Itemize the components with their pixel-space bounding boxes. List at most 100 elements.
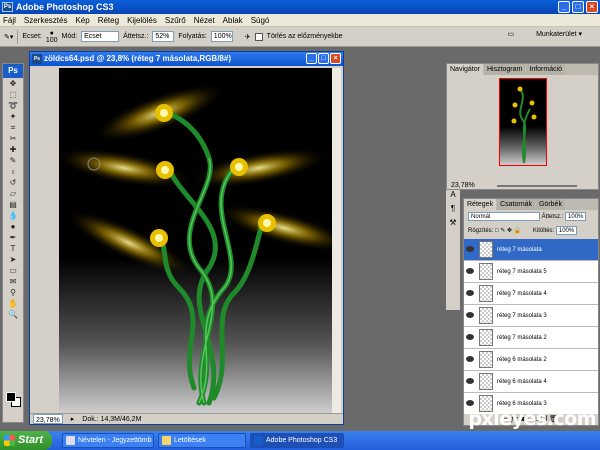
menu-select[interactable]: Kijelölés bbox=[127, 14, 157, 26]
layer-row[interactable]: réteg 7 másolata bbox=[464, 239, 598, 261]
notepad-icon bbox=[66, 436, 75, 445]
notes-tool-icon[interactable]: ✉ bbox=[3, 276, 23, 287]
hand-tool-icon[interactable]: ✋ bbox=[3, 298, 23, 309]
airbrush-icon[interactable]: ✈ bbox=[245, 33, 251, 41]
layer-thumbnail bbox=[479, 285, 493, 302]
gradient-tool-icon[interactable]: ▤ bbox=[3, 199, 23, 210]
doc-maximize-button[interactable]: □ bbox=[318, 53, 329, 64]
blur-tool-icon[interactable]: 💧 bbox=[3, 210, 23, 221]
fill-field[interactable]: 100% bbox=[555, 226, 578, 235]
brush-label: Ecset: bbox=[22, 33, 42, 40]
layer-name: réteg 7 másolata 4 bbox=[497, 291, 547, 297]
bridge-icon[interactable]: ▭ bbox=[507, 31, 514, 38]
layer-row[interactable]: réteg 7 másolata 5 bbox=[464, 261, 598, 283]
tab-channels[interactable]: Csatornák bbox=[497, 199, 535, 210]
tab-navigator[interactable]: Navigátor bbox=[447, 64, 483, 75]
eraser-tool-icon[interactable]: ▱ bbox=[3, 188, 23, 199]
taskbar-item-downloads[interactable]: Letöltések bbox=[158, 433, 246, 448]
tab-histogram[interactable]: Hisztogram bbox=[483, 64, 526, 75]
pen-tool-icon[interactable]: ✒ bbox=[3, 232, 23, 243]
layer-row[interactable]: réteg 7 másolata 2 bbox=[464, 327, 598, 349]
healing-brush-tool-icon[interactable]: ✚ bbox=[3, 144, 23, 155]
taskbar-item-notepad[interactable]: Névtelen - Jegyzettömb bbox=[62, 433, 154, 448]
paragraph-panel-icon[interactable]: ¶ bbox=[446, 204, 460, 218]
app-title-bar: Ps Adobe Photoshop CS3 _ □ × bbox=[0, 0, 600, 14]
taskbar-item-photoshop[interactable]: Adobe Photoshop CS3 bbox=[250, 433, 344, 448]
eye-icon[interactable] bbox=[466, 400, 474, 406]
type-tool-icon[interactable]: T bbox=[3, 243, 23, 254]
light-beam bbox=[65, 210, 193, 276]
character-panel-icon[interactable]: A bbox=[446, 190, 460, 204]
slice-tool-icon[interactable]: ✂ bbox=[3, 133, 23, 144]
status-arrow-icon[interactable]: ▸ bbox=[71, 414, 75, 424]
history-brush-tool-icon[interactable]: ↺ bbox=[3, 177, 23, 188]
zoom-tool-icon[interactable]: 🔍 bbox=[3, 309, 23, 320]
eraser-tool-icon[interactable]: ✎▾ bbox=[4, 33, 13, 41]
menu-view[interactable]: Nézet bbox=[194, 14, 215, 26]
document-title-bar[interactable]: Ps zöldcs64.psd @ 23,8% (réteg 7 másolat… bbox=[30, 52, 343, 66]
folder-icon bbox=[162, 436, 171, 445]
menu-filter[interactable]: Szűrő bbox=[165, 14, 186, 26]
navigator-zoom-value[interactable]: 23,78% bbox=[451, 182, 475, 189]
workspace-button[interactable]: ▭ Munkaterület ▾ bbox=[507, 30, 582, 38]
lock-label: Rögzítés: bbox=[468, 228, 494, 234]
layer-row[interactable]: réteg 6 másolata 2 bbox=[464, 349, 598, 371]
menu-file[interactable]: Fájl bbox=[3, 14, 16, 26]
doc-minimize-button[interactable]: _ bbox=[306, 53, 317, 64]
document-vertical-scrollbar[interactable] bbox=[332, 68, 341, 414]
blend-mode-select[interactable]: Normál bbox=[468, 212, 540, 221]
menu-window[interactable]: Ablak bbox=[223, 14, 243, 26]
tab-curves[interactable]: Görbék bbox=[535, 199, 565, 210]
layers-panel: Rétegek Csatornák Görbék Normál Áttetsz.… bbox=[463, 198, 599, 426]
clone-stamp-tool-icon[interactable]: ♁ bbox=[3, 166, 23, 177]
brush-tool-icon[interactable]: ✎ bbox=[3, 155, 23, 166]
eye-icon[interactable] bbox=[466, 312, 474, 318]
erase-to-history-checkbox[interactable] bbox=[254, 32, 263, 41]
path-selection-tool-icon[interactable]: ➤ bbox=[3, 254, 23, 265]
start-button[interactable]: Start bbox=[0, 431, 52, 450]
eye-icon[interactable] bbox=[466, 378, 474, 384]
marquee-tool-icon[interactable]: ⬚ bbox=[3, 89, 23, 100]
eyedropper-tool-icon[interactable]: ⚲ bbox=[3, 287, 23, 298]
eye-icon[interactable] bbox=[466, 334, 474, 340]
artwork-plant-lamps bbox=[59, 83, 333, 406]
maximize-button[interactable]: □ bbox=[572, 1, 584, 13]
menu-help[interactable]: Súgó bbox=[251, 14, 270, 26]
crop-tool-icon[interactable]: ⌗ bbox=[3, 122, 23, 133]
layer-opacity-field[interactable]: 100% bbox=[565, 212, 587, 221]
zoom-field[interactable]: 23,78% bbox=[33, 414, 63, 424]
lock-icons[interactable]: □ ✎ ✥ 🔒 bbox=[495, 228, 521, 234]
opacity-field[interactable]: 52% bbox=[152, 31, 175, 42]
menu-edit[interactable]: Szerkesztés bbox=[24, 14, 68, 26]
lasso-tool-icon[interactable]: ➰ bbox=[3, 100, 23, 111]
layer-thumbnail bbox=[479, 241, 493, 258]
minimize-button[interactable]: _ bbox=[558, 1, 570, 13]
tab-info[interactable]: Információ bbox=[526, 64, 566, 75]
eye-icon[interactable] bbox=[466, 246, 474, 252]
navigator-thumbnail[interactable] bbox=[499, 78, 547, 166]
menu-layer[interactable]: Réteg bbox=[98, 14, 119, 26]
eye-icon[interactable] bbox=[466, 290, 474, 296]
close-button[interactable]: × bbox=[586, 1, 598, 13]
move-tool-icon[interactable]: ✥ bbox=[3, 78, 23, 89]
menu-image[interactable]: Kép bbox=[75, 14, 89, 26]
mode-select[interactable]: Ecset bbox=[81, 31, 120, 42]
dodge-tool-icon[interactable]: ● bbox=[3, 221, 23, 232]
brush-preset-picker[interactable]: ● 100 bbox=[46, 30, 58, 44]
layer-row[interactable]: réteg 7 másolata 4 bbox=[464, 283, 598, 305]
document-canvas[interactable] bbox=[59, 68, 333, 414]
tab-layers[interactable]: Rétegek bbox=[464, 199, 497, 210]
eye-icon[interactable] bbox=[466, 356, 474, 362]
layer-row[interactable]: réteg 6 másolata 4 bbox=[464, 371, 598, 393]
layer-opacity-label: Áttetsz.: bbox=[541, 214, 564, 220]
doc-close-button[interactable]: × bbox=[330, 53, 341, 64]
magic-wand-tool-icon[interactable]: ✦ bbox=[3, 111, 23, 122]
layers-blend-row: Normál Áttetsz.: 100% bbox=[468, 212, 587, 221]
navigator-zoom-slider[interactable] bbox=[497, 185, 577, 187]
tool-presets-icon[interactable]: ⚒ bbox=[446, 218, 460, 232]
shape-tool-icon[interactable]: ▭ bbox=[3, 265, 23, 276]
eye-icon[interactable] bbox=[466, 268, 474, 274]
layer-row[interactable]: réteg 7 másolata 3 bbox=[464, 305, 598, 327]
flow-field[interactable]: 100% bbox=[210, 31, 233, 42]
foreground-color-swatch[interactable] bbox=[6, 392, 16, 402]
